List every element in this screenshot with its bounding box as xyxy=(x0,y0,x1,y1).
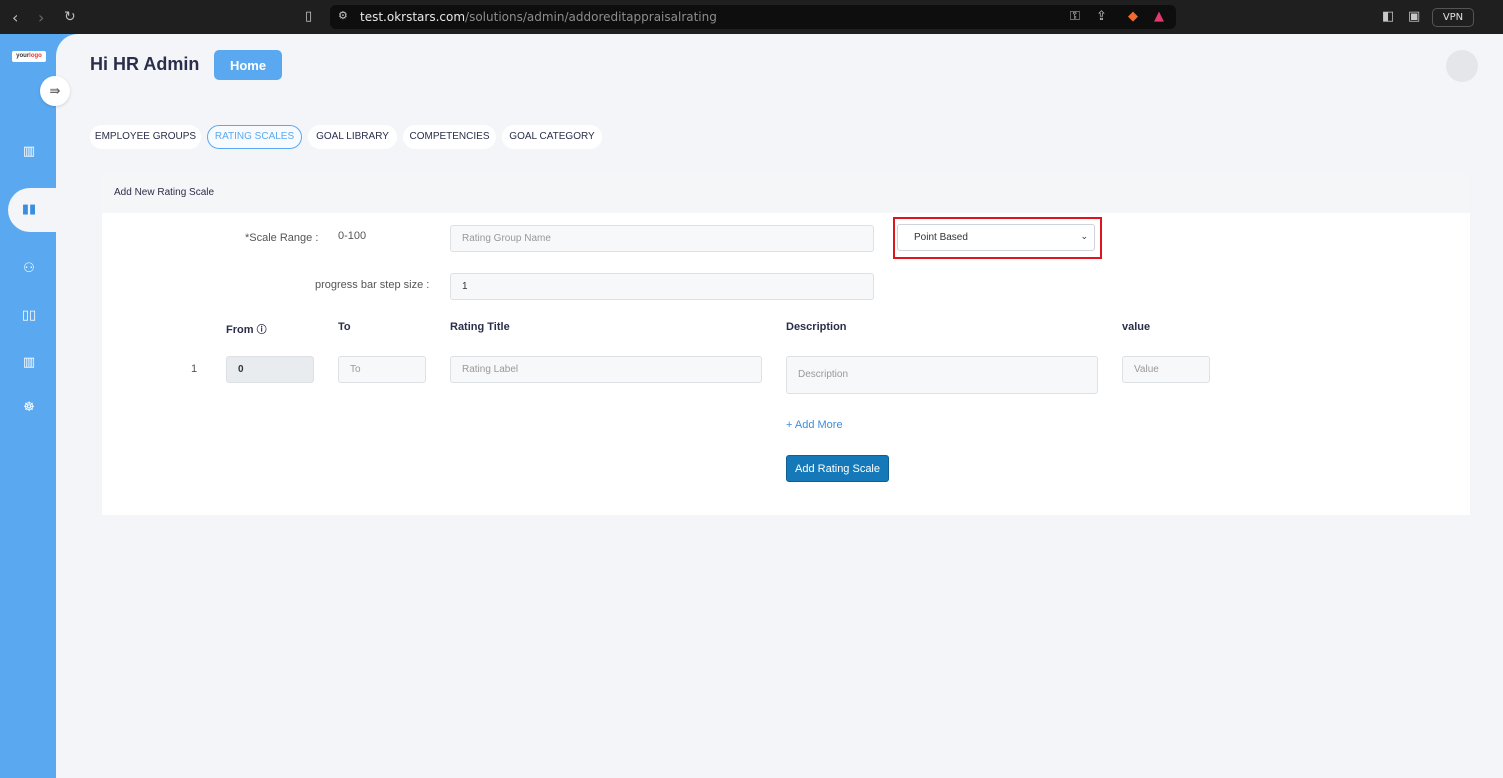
avatar[interactable] xyxy=(1446,50,1478,82)
highlight-box xyxy=(893,217,1102,259)
users-icon: ⚇ xyxy=(23,261,35,276)
rewards-icon[interactable]: ▲ xyxy=(1154,9,1164,24)
sidebar-item-library[interactable]: ▯▯ xyxy=(18,305,40,327)
tab-rating-scales[interactable]: RATING SCALES xyxy=(207,125,302,149)
back-icon[interactable]: ‹ xyxy=(12,8,18,27)
column-from: From ⓘ xyxy=(226,324,267,336)
url-text: test.okrstars.com/solutions/admin/addore… xyxy=(360,10,717,24)
reload-icon[interactable]: ↻ xyxy=(64,9,76,25)
tab-goal-library[interactable]: GOAL LIBRARY xyxy=(308,125,397,149)
tab-employee-groups[interactable]: EMPLOYEE GROUPS xyxy=(90,125,201,149)
scale-range-label: *Scale Range : xyxy=(245,232,319,244)
cards-icon: ▮▮ xyxy=(21,202,37,217)
sidebar-item-reports[interactable]: ▥ xyxy=(18,352,40,374)
sidebar-item-rewards[interactable]: ☸ xyxy=(18,397,40,419)
logo[interactable]: yourlogo xyxy=(12,51,46,62)
form-header: Add New Rating Scale xyxy=(102,174,1470,213)
from-input[interactable]: 0 xyxy=(226,356,314,383)
book-icon: ▯▯ xyxy=(21,308,37,323)
add-rating-scale-button[interactable]: Add Rating Scale xyxy=(786,455,889,482)
step-size-input[interactable]: 1 xyxy=(450,273,874,300)
share-icon[interactable]: ⇪ xyxy=(1096,9,1107,24)
chart-icon: ▥ xyxy=(22,355,36,370)
hand-coin-icon: ☸ xyxy=(23,400,35,415)
value-input[interactable]: Value xyxy=(1122,356,1210,383)
to-input[interactable]: To xyxy=(338,356,426,383)
form-title: Add New Rating Scale xyxy=(114,187,215,198)
add-more-link[interactable]: + Add More xyxy=(786,419,843,431)
scale-range-value: 0-100 xyxy=(338,230,367,242)
tab-competencies[interactable]: COMPETENCIES xyxy=(403,125,496,149)
column-to: To xyxy=(338,321,351,333)
column-value: value xyxy=(1122,321,1151,333)
dashboard-icon: ▥ xyxy=(22,144,36,159)
key-icon[interactable]: ⚿ xyxy=(1070,9,1080,24)
brave-shield-icon[interactable]: ◆ xyxy=(1128,9,1138,24)
forward-icon[interactable]: › xyxy=(38,8,44,27)
column-rating-title: Rating Title xyxy=(450,321,510,333)
sidebar: yourlogo ▥ ▮▮ ⚇ ▯▯ ▥ ☸ xyxy=(0,34,60,778)
home-button[interactable]: Home xyxy=(214,50,282,80)
info-icon[interactable]: ⓘ xyxy=(257,325,267,336)
step-size-label: progress bar step size : xyxy=(315,279,430,291)
sidebar-item-settings[interactable]: ▮▮ xyxy=(18,199,40,221)
bookmark-icon[interactable]: ▯ xyxy=(305,9,312,24)
sidebar-item-users[interactable]: ⚇ xyxy=(18,258,40,280)
address-bar[interactable]: ⚙ test.okrstars.com/solutions/admin/addo… xyxy=(330,5,1176,29)
column-description: Description xyxy=(786,321,847,333)
vpn-button[interactable]: VPN xyxy=(1432,8,1474,27)
sidebar-item-dashboard[interactable]: ▥ xyxy=(18,141,40,163)
description-input[interactable]: Description xyxy=(786,356,1098,394)
row-index: 1 xyxy=(191,363,198,375)
sidebar-collapse-button[interactable]: ⇛ xyxy=(40,76,70,106)
browser-toolbar: ‹ › ↻ ▯ ⚙ test.okrstars.com/solutions/ad… xyxy=(0,0,1503,34)
main-panel: Hi HR Admin Home EMPLOYEE GROUPS RATING … xyxy=(56,34,1503,778)
collapse-arrow-icon: ⇛ xyxy=(49,83,61,98)
rating-scale-form: Add New Rating Scale *Scale Range : 0-10… xyxy=(102,174,1470,515)
site-settings-icon[interactable]: ⚙ xyxy=(338,9,348,22)
rating-label-input[interactable]: Rating Label xyxy=(450,356,762,383)
page-title: Hi HR Admin xyxy=(90,54,200,74)
rating-group-name-input[interactable]: Rating Group Name xyxy=(450,225,874,252)
sidebar-toggle-icon[interactable]: ◧ xyxy=(1382,9,1394,24)
wallet-icon[interactable]: ▣ xyxy=(1408,9,1420,24)
tab-goal-category[interactable]: GOAL CATEGORY xyxy=(502,125,602,149)
